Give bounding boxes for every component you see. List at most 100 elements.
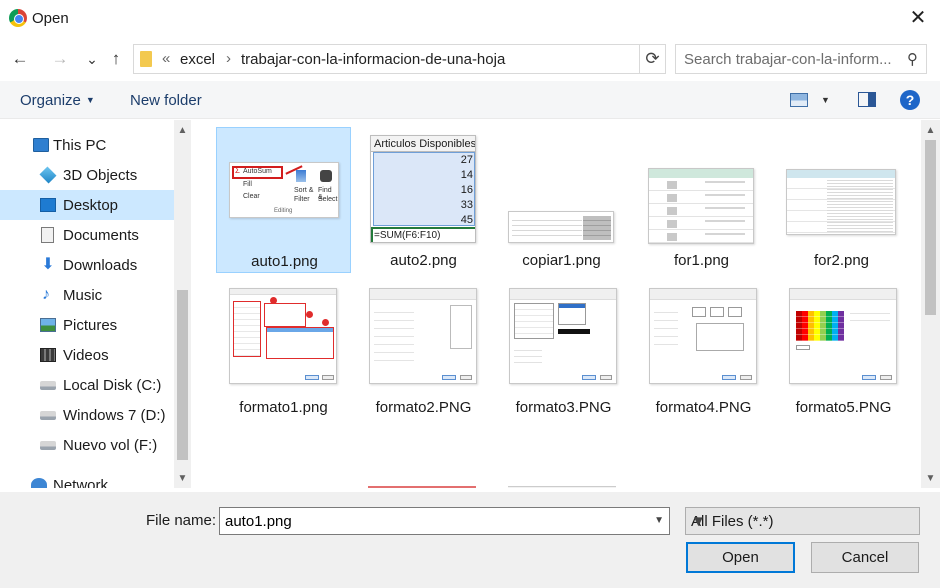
partial-thumbnail: [508, 486, 616, 488]
autosum-sigma-text: Σ: [235, 166, 240, 175]
title-bar: Open ✕: [0, 0, 940, 37]
close-button[interactable]: ✕: [896, 0, 940, 37]
scroll-thumb[interactable]: [177, 290, 188, 460]
sidebar-item-label: Music: [63, 287, 103, 304]
documents-icon: [41, 227, 54, 243]
downloads-icon: ⬇: [41, 256, 55, 273]
sidebar-item-label: Windows 7 (D:): [63, 407, 166, 424]
file-item-for1[interactable]: for1.png: [634, 127, 769, 273]
sidebar-item-nuevo-vol-f[interactable]: Nuevo vol (F:): [0, 430, 174, 460]
partial-thumbnail: [368, 486, 476, 488]
sidebar-item-videos[interactable]: Videos: [0, 340, 174, 370]
sidebar-item-pictures[interactable]: Pictures: [0, 310, 174, 340]
refresh-button[interactable]: ⟳: [639, 45, 665, 73]
dialog-footer: File name: ▼ All Files (*.*) ▼ Open Canc…: [0, 492, 940, 588]
chevron-down-icon[interactable]: ▼: [654, 515, 664, 526]
navigation-pane-scrollbar[interactable]: ▲ ▼: [174, 120, 191, 488]
value-cell: 16: [460, 184, 473, 196]
breadcrumb-excel[interactable]: excel: [180, 51, 215, 68]
preview-pane-icon[interactable]: [858, 92, 876, 107]
sidebar-item-3d-objects[interactable]: 3D Objects: [0, 160, 174, 190]
chevron-down-icon: ▼: [691, 513, 706, 530]
desktop-icon: [40, 198, 56, 212]
network-icon: [31, 478, 47, 488]
recent-locations-button[interactable]: ⌄: [80, 46, 104, 72]
sidebar-item-documents[interactable]: Documents: [0, 220, 174, 250]
file-item-formato5[interactable]: formato5.PNG: [776, 274, 911, 420]
sidebar-item-label: Network: [53, 477, 109, 488]
sidebar-item-label: This PC: [53, 137, 107, 154]
address-bar[interactable]: « excel › trabajar-con-la-informacion-de…: [133, 44, 666, 74]
file-item-for2[interactable]: for2.png: [774, 127, 909, 273]
file-item-copiar1[interactable]: copiar1.png: [494, 127, 629, 273]
organize-button[interactable]: Organize ▼: [20, 92, 95, 109]
file-list-scrollbar[interactable]: ▲ ▼: [921, 120, 940, 488]
forward-button[interactable]: →: [48, 46, 72, 72]
scroll-down-arrow-icon[interactable]: ▼: [174, 470, 191, 487]
sidebar-item-label: Pictures: [63, 317, 118, 334]
thumbnail-image: [648, 168, 754, 244]
filter-text: Filter: [294, 196, 310, 203]
new-folder-button[interactable]: New folder: [130, 92, 202, 109]
breadcrumb-separator[interactable]: ›: [226, 50, 231, 67]
sidebar-item-label: Downloads: [63, 257, 138, 274]
scroll-thumb[interactable]: [925, 140, 936, 315]
file-item-auto2[interactable]: Articulos Disponibles 27 14 16 33 45 =SU…: [356, 127, 491, 273]
file-name-input[interactable]: [220, 508, 640, 534]
back-button[interactable]: ←: [8, 46, 32, 72]
sidebar-item-downloads[interactable]: ⬇ Downloads: [0, 250, 174, 280]
file-thumbnail: [786, 135, 896, 243]
file-name: copiar1.png: [522, 252, 601, 269]
change-view-icon[interactable]: [790, 93, 808, 107]
open-button[interactable]: Open: [686, 542, 795, 573]
breadcrumb-current-folder[interactable]: trabajar-con-la-informacion-de-una-hoja: [241, 51, 505, 68]
search-input[interactable]: [676, 45, 894, 73]
file-thumbnail: [648, 282, 758, 390]
file-item-formato2[interactable]: formato2.PNG: [356, 274, 491, 420]
file-name: auto1.png: [251, 253, 318, 270]
overflow-chevron[interactable]: «: [162, 50, 170, 67]
music-icon: ♪: [42, 286, 50, 303]
search-box[interactable]: ⚲: [675, 44, 927, 74]
file-thumbnail: Σ AutoSum Fill Clear Sort & Filter Find …: [229, 136, 339, 244]
sidebar-item-music[interactable]: ♪ Music: [0, 280, 174, 310]
sidebar-item-windows-7-d[interactable]: Windows 7 (D:): [0, 400, 174, 430]
file-item-auto1[interactable]: Σ AutoSum Fill Clear Sort & Filter Find …: [216, 127, 351, 273]
sidebar-item-desktop[interactable]: Desktop: [0, 190, 174, 220]
file-item-formato4[interactable]: formato4.PNG: [636, 274, 771, 420]
file-item-formato3[interactable]: formato3.PNG: [496, 274, 631, 420]
scroll-down-arrow-icon[interactable]: ▼: [921, 470, 940, 487]
scroll-up-arrow-icon[interactable]: ▲: [174, 122, 191, 139]
drive-icon: [40, 441, 56, 450]
file-item-formato1[interactable]: formato1.png: [216, 274, 351, 420]
file-thumbnail: Articulos Disponibles 27 14 16 33 45 =SU…: [368, 135, 478, 243]
sidebar-item-label: Nuevo vol (F:): [63, 437, 158, 454]
cancel-button[interactable]: Cancel: [811, 542, 919, 573]
thumbnail-image: [786, 169, 896, 235]
file-name-combobox[interactable]: ▼: [219, 507, 670, 535]
pictures-icon: [40, 318, 56, 332]
value-cell: 27: [460, 154, 473, 166]
file-name: formato5.PNG: [795, 399, 892, 416]
view-options-chevron-icon[interactable]: ▼: [821, 95, 830, 105]
3d-objects-icon: [39, 166, 57, 184]
editing-text: Editing: [274, 208, 293, 214]
file-thumbnail: [506, 135, 616, 243]
up-button[interactable]: ↑: [104, 46, 128, 72]
window-title: Open: [32, 10, 69, 27]
sidebar-item-network[interactable]: Network: [0, 470, 174, 488]
clear-text: Clear: [243, 193, 260, 200]
thumbnail-image: [508, 211, 614, 243]
scroll-up-arrow-icon[interactable]: ▲: [921, 122, 940, 139]
file-name: auto2.png: [390, 252, 457, 269]
file-thumbnail: [228, 282, 338, 390]
help-icon[interactable]: ?: [900, 90, 920, 110]
file-type-select[interactable]: All Files (*.*) ▼: [685, 507, 920, 535]
search-icon[interactable]: ⚲: [907, 50, 918, 68]
sidebar-item-local-disk-c[interactable]: Local Disk (C:): [0, 370, 174, 400]
drive-icon: [40, 381, 56, 390]
sidebar-item-this-pc[interactable]: This PC: [0, 130, 174, 160]
file-name: for2.png: [813, 252, 870, 269]
sort-text: Sort &: [294, 187, 314, 194]
file-name: for1.png: [673, 252, 730, 269]
